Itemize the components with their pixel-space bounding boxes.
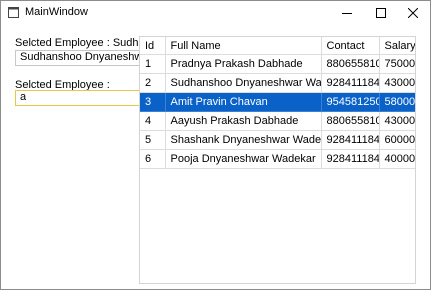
cell-salary: 75000	[379, 54, 415, 74]
cell-contact: 9284111845	[321, 130, 380, 150]
window-title: MainWindow	[25, 6, 88, 18]
column-header-id[interactable]: Id	[140, 37, 166, 55]
window-content: Selcted Employee : Sudhanshoo Sudhanshoo…	[2, 26, 429, 288]
cell-contact: 9545812505	[321, 92, 380, 112]
column-header-full-name[interactable]: Full Name	[165, 37, 322, 55]
cell-contact: 8806558104	[321, 111, 380, 131]
cell-salary: 40000	[379, 149, 415, 169]
close-button[interactable]	[396, 1, 430, 25]
cell-full-name: Aayush Prakash Dabhade	[165, 111, 322, 131]
cell-salary: 58000	[379, 92, 415, 112]
window-icon	[8, 7, 19, 18]
table-row[interactable]: 2 Sudhanshoo Dnyaneshwar Wadekar 9284111…	[140, 73, 415, 93]
title-bar[interactable]: MainWindow	[1, 1, 430, 25]
column-header-contact[interactable]: Contact	[321, 37, 380, 55]
cell-id: 5	[140, 130, 166, 150]
table-row[interactable]: 6 Pooja Dnyaneshwar Wadekar 9284111845 4…	[140, 149, 415, 169]
cell-full-name: Pradnya Prakash Dabhade	[165, 54, 322, 74]
minimize-icon	[342, 13, 352, 14]
cell-full-name: Amit Pravin Chavan	[165, 92, 322, 112]
table-row-selected[interactable]: 3 Amit Pravin Chavan 9545812505 58000	[140, 92, 415, 112]
cell-id: 3	[140, 92, 166, 112]
grid-header-row: Id Full Name Contact Salary	[140, 37, 415, 55]
cell-salary: 43000	[379, 73, 415, 93]
selected-employee-label: Selcted Employee : Sudhanshoo	[15, 37, 139, 49]
cell-salary: 43000	[379, 111, 415, 131]
search-input[interactable]: a	[15, 90, 140, 106]
cell-contact: 9284111845	[321, 149, 380, 169]
table-row[interactable]: 4 Aayush Prakash Dabhade 8806558104 4300…	[140, 111, 415, 131]
employee-grid[interactable]: Id Full Name Contact Salary 1 Pradnya Pr…	[139, 36, 416, 284]
maximize-button[interactable]	[364, 1, 398, 25]
minimize-button[interactable]	[330, 1, 364, 25]
table-row[interactable]: 1 Pradnya Prakash Dabhade 8806558104 750…	[140, 54, 415, 74]
cell-id: 2	[140, 73, 166, 93]
cell-id: 4	[140, 111, 166, 131]
employee-name-field[interactable]: Sudhanshoo Dnyaneshwar Wadekar	[15, 50, 140, 66]
cell-full-name: Shashank Dnyaneshwar Wadekar	[165, 130, 322, 150]
cell-contact: 8806558104	[321, 54, 380, 74]
cell-full-name: Sudhanshoo Dnyaneshwar Wadekar	[165, 73, 322, 93]
cell-full-name: Pooja Dnyaneshwar Wadekar	[165, 149, 322, 169]
column-header-salary[interactable]: Salary	[379, 37, 415, 55]
cell-id: 1	[140, 54, 166, 74]
cell-id: 6	[140, 149, 166, 169]
table-row[interactable]: 5 Shashank Dnyaneshwar Wadekar 928411184…	[140, 130, 415, 150]
cell-salary: 60000	[379, 130, 415, 150]
cell-contact: 9284111845	[321, 73, 380, 93]
maximize-icon	[376, 8, 386, 18]
close-icon	[408, 8, 418, 18]
main-window: MainWindow Selcted Employee : Sudhanshoo…	[0, 0, 431, 290]
